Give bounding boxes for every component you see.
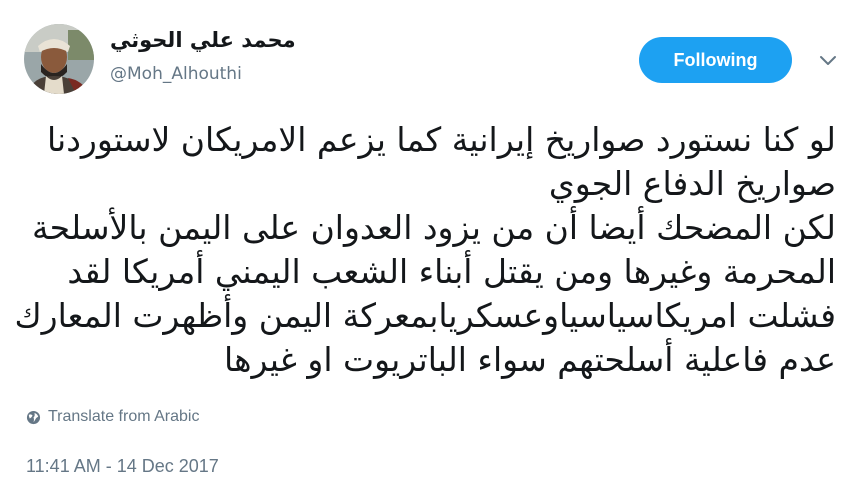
chevron-down-icon[interactable] [816, 50, 840, 70]
following-button[interactable]: Following [639, 37, 792, 83]
tweet-card: محمد علي الحوثي @Moh_Alhouthi Following … [0, 0, 855, 495]
avatar-image [24, 24, 94, 94]
timestamp[interactable]: 11:41 AM - 14 Dec 2017 [26, 456, 219, 477]
tweet-text: لو كنا نستورد صواريخ إيرانية كما يزعم ال… [14, 118, 836, 382]
tweet-line: المحرمة وغيرها ومن يقتل أبناء الشعب اليم… [67, 252, 836, 291]
user-handle[interactable]: @Moh_Alhouthi [110, 64, 242, 84]
tweet-line: فشلت امريكاسياسياوعسكريابمعركة اليمن وأظ… [14, 296, 836, 335]
tweet-line: لو كنا نستورد صواريخ إيرانية كما يزعم ال… [46, 120, 836, 159]
globe-icon [26, 410, 41, 424]
translate-label[interactable]: Translate from Arabic [48, 408, 199, 426]
translate-link[interactable]: Translate from Arabic [26, 408, 199, 426]
tweet-line: لكن المضحك أيضا أن من يزود العدوان على ا… [31, 208, 836, 247]
display-name[interactable]: محمد علي الحوثي [110, 28, 296, 52]
tweet-line: عدم فاعلية أسلحتهم سواء الباتريوت او غير… [224, 340, 836, 379]
avatar[interactable] [24, 24, 94, 94]
tweet-line: صواريخ الدفاع الجوي [548, 164, 836, 203]
